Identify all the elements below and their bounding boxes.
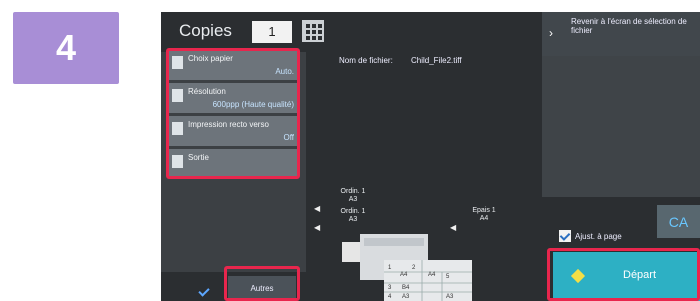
tray-label: Ordin. 1 [340,188,366,195]
fit-to-page-label: Ajust. à page [575,232,622,241]
filename-value: Child_File2.tiff [411,56,462,65]
check-icon [197,288,213,298]
chevron-right-icon: › [549,26,553,40]
cassette-label: A4 [400,272,408,278]
keypad-icon[interactable] [302,20,324,42]
tray-right: Epais 1 A4 [464,207,504,223]
copies-input[interactable]: 1 [252,21,292,43]
cassette-label: A3 [446,294,454,300]
step-number: 4 [13,12,119,84]
back-button-label: Revenir à l'écran de sélection de fichie… [571,17,687,35]
copies-label: Copies [179,21,232,40]
printer-panel: Copies 1 Choix papier Auto. Résolution 6… [161,12,700,301]
tray-mid-left: Ordin. 1 A3 [332,208,374,224]
printer-diagram: 1 A4 2 A4 5 3 B4 4 A3 A3 [342,234,472,301]
tray-size: A4 [479,215,489,222]
filename-label: Nom de fichier: [339,56,393,65]
tray-label: Ordin. 1 [340,208,366,215]
tray-arrow-icon: ◀ [314,204,321,213]
cassette-label: B4 [402,285,410,291]
tray-size: A3 [348,216,358,223]
highlight-options [166,48,300,179]
fit-to-page-checkbox[interactable] [559,230,571,242]
tray-arrow-icon: ◀ [314,223,321,232]
highlight-autres [224,266,300,301]
tray-upper-left: Ordin. 1 A3 [332,188,374,204]
tray-arrow-icon: ◀ [450,223,457,232]
cassette-label: A4 [428,272,436,278]
highlight-start [547,248,700,301]
clear-all-button[interactable]: CA [657,205,700,238]
tray-label: Epais 1 [472,207,496,214]
tray-size: A3 [348,196,358,203]
cassette-label: A3 [402,294,410,300]
